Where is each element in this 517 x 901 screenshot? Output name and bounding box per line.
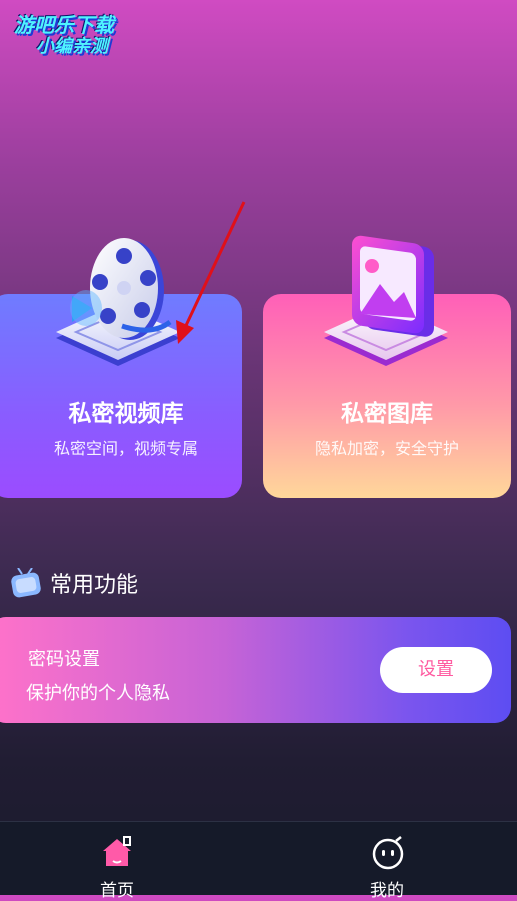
- home-icon: [103, 836, 131, 866]
- watermark-logo: 游吧乐下载 小编亲测: [14, 14, 146, 62]
- profile-face-icon: [372, 836, 404, 870]
- video-card-subtitle: 私密空间，视频专属: [53, 439, 198, 458]
- watermark-line-2: 小编亲测: [36, 36, 108, 57]
- tv-icon: [11, 568, 41, 598]
- photo-album-icon: [324, 235, 448, 366]
- tab-home[interactable]: 首页: [57, 822, 177, 901]
- watermark-line-1: 游吧乐下载: [14, 13, 114, 37]
- tab-me[interactable]: 我的: [327, 822, 447, 901]
- section-title: 常用功能: [50, 573, 139, 598]
- video-card-title: 私密视频库: [68, 401, 184, 427]
- password-settings-subtitle: 保护你的个人隐私: [26, 683, 170, 704]
- password-settings-card: 密码设置 保护你的个人隐私 设置: [0, 617, 511, 723]
- tab-home-label: 首页: [100, 881, 134, 901]
- photo-card-title: 私密图库: [341, 401, 433, 427]
- bottom-tab-bar: 首页 我的: [0, 821, 517, 901]
- photo-card-subtitle: 隐私加密，安全守护: [314, 439, 459, 458]
- tab-me-label: 我的: [370, 881, 404, 901]
- film-reel-icon: [56, 238, 180, 366]
- settings-button[interactable]: 设置: [380, 647, 492, 693]
- common-functions-header: 常用功能: [8, 566, 138, 600]
- password-settings-title: 密码设置: [28, 649, 100, 670]
- red-arrow-icon: [176, 201, 246, 344]
